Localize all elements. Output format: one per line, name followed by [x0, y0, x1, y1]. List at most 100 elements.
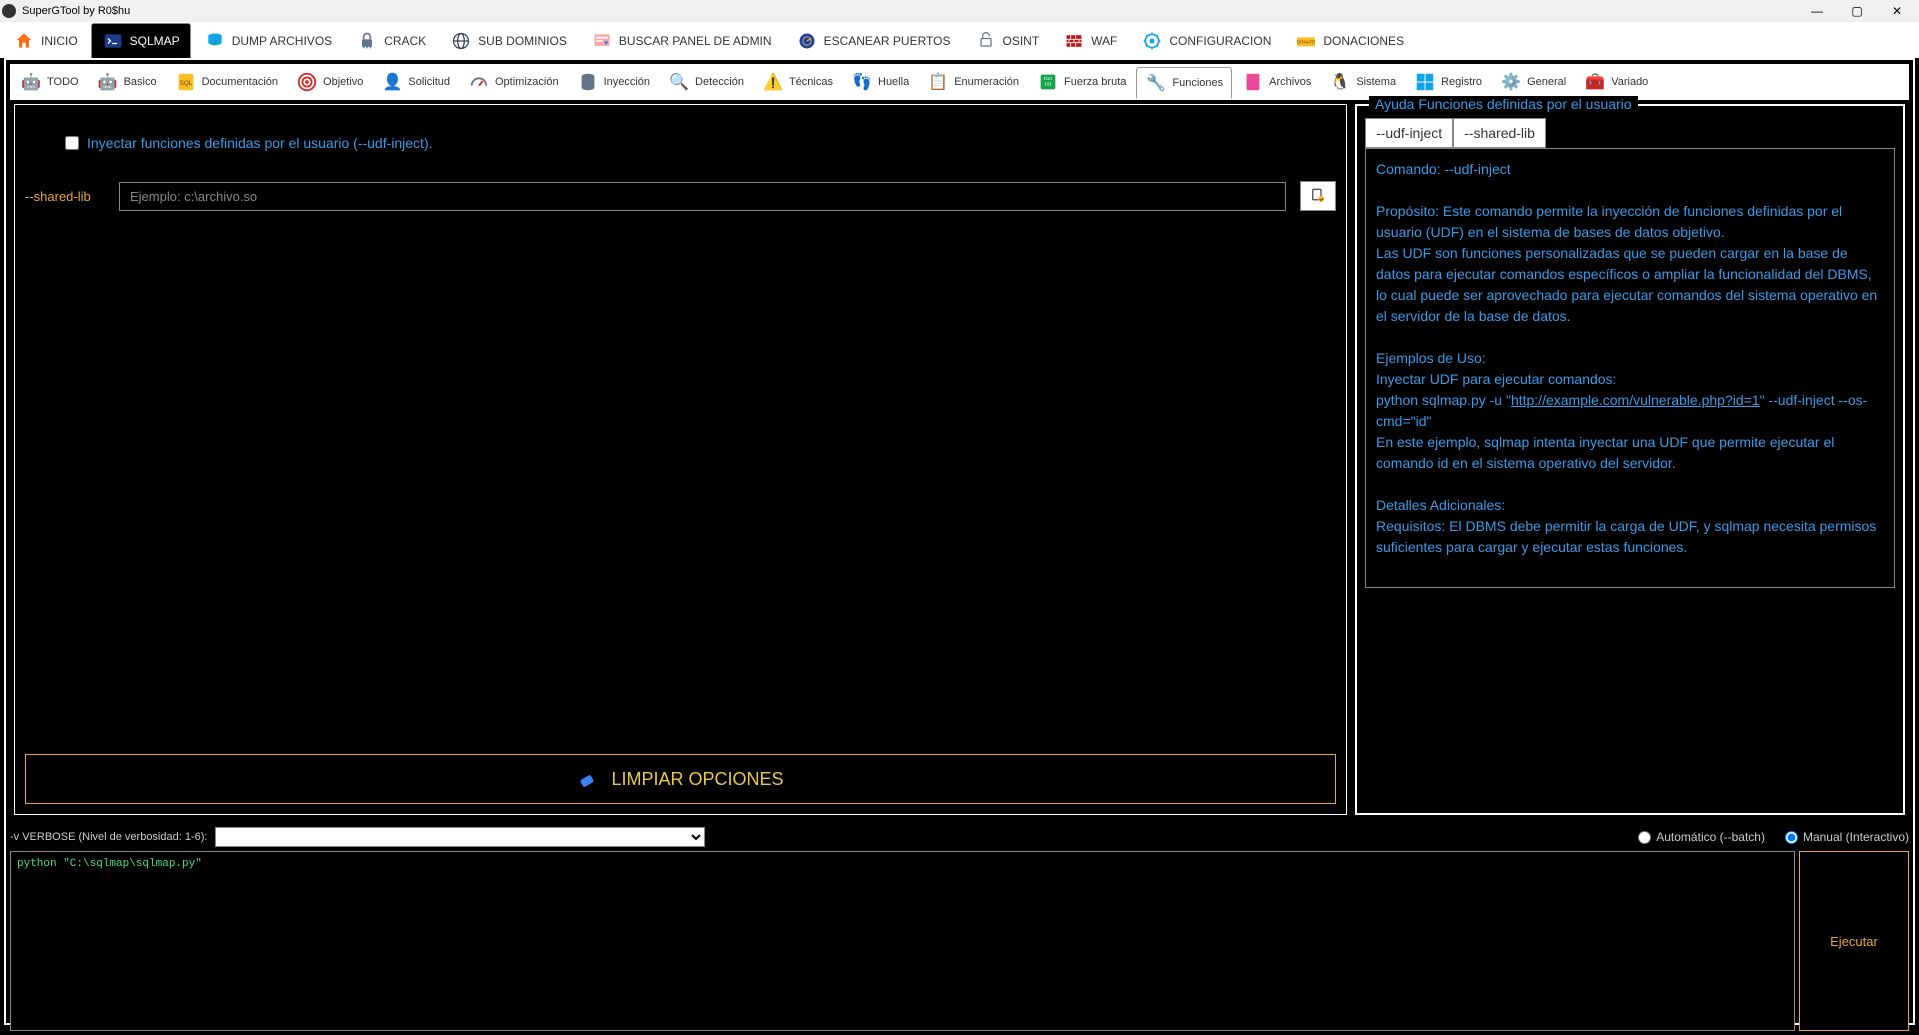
content-area: 🤖TODO 🤖Basico SQLDocumentación Objetivo … [4, 58, 1915, 1025]
tab-config[interactable]: CONFIGURACION [1130, 23, 1282, 58]
tab-donaciones[interactable]: DONATE DONACIONES [1284, 23, 1415, 58]
tab-crack[interactable]: CRACK [345, 23, 437, 58]
globe-icon [450, 30, 472, 52]
execute-button[interactable]: Ejecutar [1799, 851, 1909, 1031]
svg-text:101: 101 [1044, 82, 1052, 87]
maximize-button[interactable]: ▢ [1837, 0, 1877, 22]
close-button[interactable]: ✕ [1877, 0, 1917, 22]
help-content[interactable]: Comando: --udf-inject Propósito: Este co… [1365, 148, 1895, 588]
scan-icon [796, 30, 818, 52]
tab-subdominios[interactable]: SUB DOMINIOS [439, 23, 578, 58]
brute-icon: 010101 [1037, 71, 1059, 93]
svg-text:010: 010 [1044, 76, 1052, 81]
gauge-icon [468, 71, 490, 93]
udf-inject-label: Inyectar funciones definidas por el usua… [87, 135, 433, 151]
detect-icon: 🔍 [668, 71, 690, 93]
clear-options-button[interactable]: LIMPIAR OPCIONES [25, 754, 1336, 804]
tab-admin[interactable]: BUSCAR PANEL DE ADMIN [580, 23, 783, 58]
subtab-registro[interactable]: Registro [1406, 67, 1490, 97]
tab-label: ESCANEAR PUERTOS [824, 34, 951, 48]
subtab-solicitud[interactable]: 👤Solicitud [373, 67, 458, 97]
subtab-general[interactable]: ⚙️General [1492, 67, 1574, 97]
help-tab-sharedlib[interactable]: --shared-lib [1453, 118, 1546, 148]
shared-lib-input[interactable] [119, 182, 1286, 211]
main-tab-bar: INICIO SQLMAP DUMP ARCHIVOS CRACK SUB DO… [0, 22, 1919, 58]
lock-icon [356, 30, 378, 52]
subtab-huella[interactable]: 👣Huella [843, 67, 917, 97]
help-legend: Ayuda Funciones definidas por el usuario [1369, 96, 1638, 112]
subtab-todo[interactable]: 🤖TODO [12, 67, 87, 97]
subtab-doc[interactable]: SQLDocumentación [167, 67, 286, 97]
options-panel: Inyectar funciones definidas por el usua… [14, 104, 1347, 815]
tab-label: SQLMAP [130, 34, 180, 48]
subtab-objetivo[interactable]: Objetivo [288, 67, 371, 97]
shared-lib-label: --shared-lib [25, 189, 105, 204]
verbose-select[interactable] [215, 827, 705, 847]
subtab-sistema[interactable]: 🐧Sistema [1321, 67, 1404, 97]
target-icon [296, 71, 318, 93]
app-icon [2, 4, 16, 18]
files-icon [1242, 71, 1264, 93]
sub-tab-bar: 🤖TODO 🤖Basico SQLDocumentación Objetivo … [10, 64, 1909, 100]
manual-radio-item[interactable]: Manual (Interactivo) [1785, 830, 1909, 844]
svg-text:DONATE: DONATE [1297, 39, 1315, 44]
minimize-button[interactable]: — [1797, 0, 1837, 22]
home-icon [13, 30, 35, 52]
enum-icon: 📋 [927, 71, 949, 93]
udf-inject-checkbox[interactable] [65, 136, 79, 150]
subtab-inyeccion[interactable]: Inyección [569, 67, 658, 97]
tab-label: DONACIONES [1323, 34, 1404, 48]
tab-escanear[interactable]: ESCANEAR PUERTOS [785, 23, 962, 58]
tab-label: BUSCAR PANEL DE ADMIN [619, 34, 772, 48]
bot-icon: 🤖 [97, 71, 119, 93]
auto-radio-item[interactable]: Automático (--batch) [1638, 830, 1765, 844]
console-output[interactable]: python "C:\sqlmap\sqlmap.py" [10, 851, 1795, 1031]
tech-icon: ⚠️ [762, 71, 784, 93]
robot-icon: 🤖 [20, 71, 42, 93]
file-icon [1309, 187, 1327, 205]
tab-waf[interactable]: WAF [1052, 23, 1128, 58]
tab-label: DUMP ARCHIVOS [232, 34, 332, 48]
subtab-deteccion[interactable]: 🔍Detección [660, 67, 752, 97]
request-icon: 👤 [381, 71, 403, 93]
browse-button[interactable] [1300, 181, 1336, 211]
example-url-link[interactable]: http://example.com/vulnerable.php?id=1 [1511, 392, 1760, 408]
manual-radio[interactable] [1785, 831, 1798, 844]
subtab-tecnicas[interactable]: ⚠️Técnicas [754, 67, 841, 97]
gear-icon [1141, 30, 1163, 52]
tab-sqlmap[interactable]: SQLMAP [91, 23, 191, 58]
misc-icon: 🧰 [1584, 71, 1606, 93]
tab-inicio[interactable]: INICIO [2, 23, 89, 58]
tab-dump[interactable]: DUMP ARCHIVOS [193, 23, 343, 58]
linux-icon: 🐧 [1329, 71, 1351, 93]
tab-label: CRACK [384, 34, 426, 48]
subtab-archivos[interactable]: Archivos [1234, 67, 1319, 97]
subtab-brute[interactable]: 010101Fuerza bruta [1029, 67, 1134, 97]
subtab-basico[interactable]: 🤖Basico [89, 67, 165, 97]
tab-label: OSINT [1003, 34, 1040, 48]
subtab-funciones[interactable]: 🔧Funciones [1136, 67, 1232, 99]
windows-icon [1414, 71, 1436, 93]
subtab-optim[interactable]: Optimización [460, 67, 567, 97]
help-tab-udf[interactable]: --udf-inject [1365, 118, 1453, 148]
help-panel: Ayuda Funciones definidas por el usuario… [1355, 104, 1905, 815]
download-icon [204, 30, 226, 52]
svg-text:SQL: SQL [179, 80, 192, 87]
sql-icon: SQL [175, 71, 197, 93]
finger-icon: 👣 [851, 71, 873, 93]
firewall-icon [1063, 30, 1085, 52]
func-icon: 🔧 [1145, 72, 1167, 94]
auto-radio[interactable] [1638, 831, 1651, 844]
eraser-icon [577, 767, 601, 791]
titlebar: SuperGTool by R0$hu — ▢ ✕ [0, 0, 1919, 22]
donate-icon: DONATE [1295, 30, 1317, 52]
subtab-enum[interactable]: 📋Enumeración [919, 67, 1027, 97]
tab-osint[interactable]: OSINT [964, 23, 1051, 58]
tab-label: INICIO [41, 34, 78, 48]
subtab-variado[interactable]: 🧰Variado [1576, 67, 1656, 97]
tab-label: CONFIGURACION [1169, 34, 1271, 48]
general-icon: ⚙️ [1500, 71, 1522, 93]
tab-label: SUB DOMINIOS [478, 34, 567, 48]
tab-label: WAF [1091, 34, 1117, 48]
db-icon [577, 71, 599, 93]
